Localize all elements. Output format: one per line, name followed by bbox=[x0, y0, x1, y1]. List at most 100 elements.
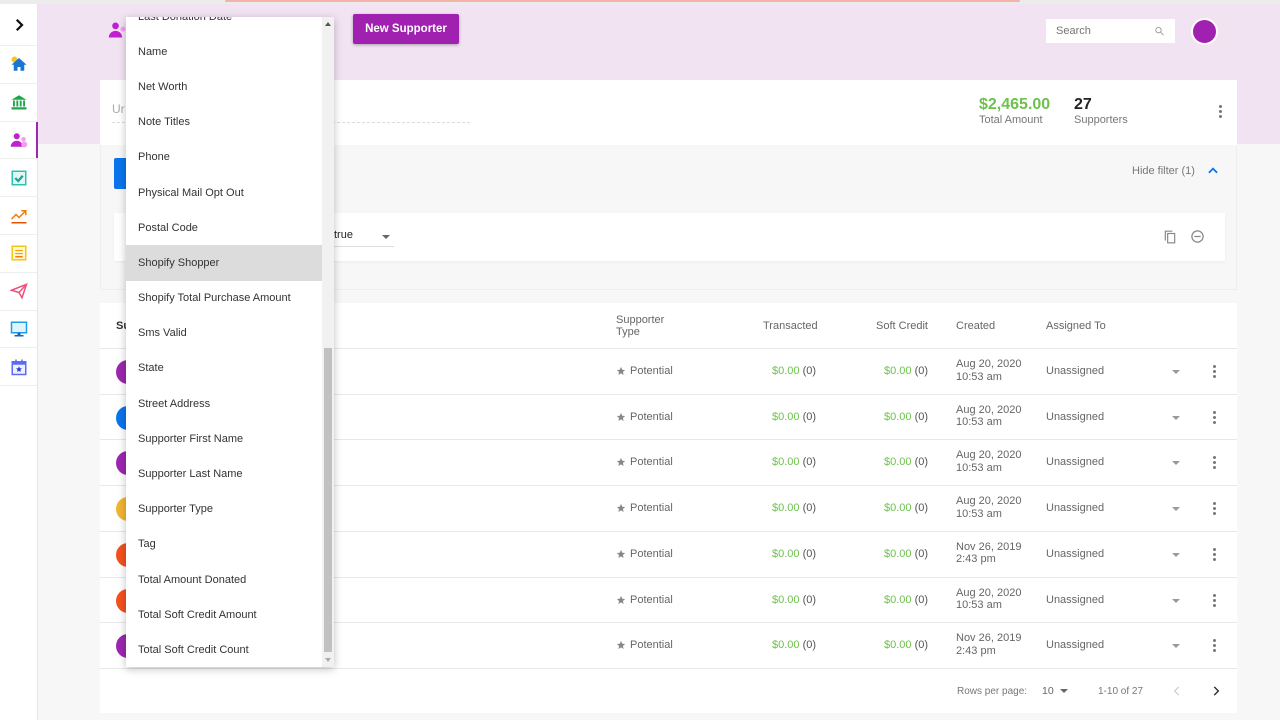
assigned-to-select[interactable]: Unassigned bbox=[1046, 502, 1104, 514]
dropdown-option[interactable]: Note Titles bbox=[126, 105, 322, 140]
hide-filter-toggle[interactable]: Hide filter (1) bbox=[1132, 165, 1195, 177]
assigned-to-select[interactable]: Unassigned bbox=[1046, 411, 1104, 423]
scrollbar-thumb[interactable] bbox=[324, 347, 332, 653]
column-header-supporter-type[interactable]: Supporter Type bbox=[616, 314, 664, 338]
dropdown-scrollbar[interactable] bbox=[322, 17, 334, 667]
rows-per-page-select[interactable]: 10 bbox=[1042, 685, 1068, 697]
assign-caret-down-icon[interactable] bbox=[1172, 507, 1180, 512]
soft-credit-cell: $0.00 (0) bbox=[884, 365, 928, 377]
dropdown-option[interactable]: Supporter Type bbox=[126, 492, 322, 527]
sidebar-item-tasks[interactable] bbox=[0, 159, 37, 198]
supporter-type: Potential bbox=[630, 365, 673, 377]
scroll-down-icon[interactable] bbox=[325, 658, 331, 662]
filter-value-select[interactable]: true bbox=[334, 225, 394, 247]
caret-down-icon bbox=[1059, 689, 1068, 693]
row-more-menu-icon[interactable] bbox=[1212, 365, 1216, 378]
dropdown-option[interactable]: Phone bbox=[126, 140, 322, 175]
sidebar-item-home[interactable] bbox=[0, 46, 37, 84]
assign-caret-down-icon[interactable] bbox=[1172, 552, 1180, 557]
assign-caret-down-icon[interactable] bbox=[1172, 598, 1180, 603]
search-icon[interactable] bbox=[1154, 25, 1165, 37]
sidebar-item-forms[interactable] bbox=[0, 235, 37, 273]
supporters-count-label: Supporters bbox=[1074, 114, 1128, 126]
next-page-icon[interactable] bbox=[1209, 683, 1223, 699]
column-header-type-line2: Type bbox=[616, 326, 640, 338]
supporter-type-cell: Potential bbox=[616, 456, 673, 468]
dropdown-option[interactable]: Supporter First Name bbox=[126, 421, 322, 456]
scroll-up-icon[interactable] bbox=[325, 22, 331, 26]
assign-caret-down-icon[interactable] bbox=[1172, 415, 1180, 420]
supporter-type: Potential bbox=[630, 502, 673, 515]
dropdown-option[interactable]: Name bbox=[126, 34, 322, 69]
dropdown-option[interactable]: Total Amount Donated bbox=[126, 562, 322, 597]
search-input[interactable] bbox=[1056, 25, 1155, 37]
created-date: Nov 26, 2019 bbox=[956, 540, 1022, 553]
summary-more-menu-icon[interactable] bbox=[1218, 105, 1222, 118]
dropdown-option[interactable]: Net Worth bbox=[126, 69, 322, 104]
chevron-up-icon[interactable] bbox=[1206, 164, 1220, 178]
row-more-menu-icon[interactable] bbox=[1212, 639, 1216, 653]
rows-per-page-value: 10 bbox=[1042, 685, 1054, 697]
sidebar-expand-toggle[interactable] bbox=[0, 4, 37, 46]
row-more-menu-icon[interactable] bbox=[1212, 410, 1216, 424]
column-header-assigned-to[interactable]: Assigned To bbox=[1046, 320, 1106, 332]
dropdown-option[interactable]: Physical Mail Opt Out bbox=[126, 175, 322, 210]
soft-credit-amount: $0.00 bbox=[884, 639, 912, 652]
soft-credit-count: (0) bbox=[914, 456, 929, 469]
assigned-to-select[interactable]: Unassigned bbox=[1046, 548, 1104, 560]
dropdown-option[interactable]: Sms Valid bbox=[126, 316, 322, 351]
dropdown-option[interactable]: Total Soft Credit Amount bbox=[126, 597, 322, 632]
column-header-transacted[interactable]: Transacted bbox=[763, 320, 818, 332]
sidebar-item-events[interactable] bbox=[0, 348, 37, 387]
soft-credit-amount: $0.00 bbox=[884, 502, 912, 515]
soft-credit-count: (0) bbox=[914, 547, 929, 560]
dropdown-option[interactable]: Tag bbox=[126, 527, 322, 562]
dropdown-option[interactable]: Street Address bbox=[126, 386, 322, 421]
dropdown-option[interactable]: Postal Code bbox=[126, 210, 322, 245]
assigned-to-select[interactable]: Unassigned bbox=[1046, 594, 1104, 606]
sidebar-item-campaigns[interactable] bbox=[0, 273, 37, 311]
sidebar-item-reports[interactable] bbox=[0, 197, 37, 235]
user-avatar[interactable] bbox=[1191, 18, 1218, 45]
assigned-to-select[interactable]: Unassigned bbox=[1046, 456, 1104, 468]
dropdown-option[interactable]: Supporter Last Name bbox=[126, 456, 322, 491]
caret-down-icon bbox=[382, 235, 390, 239]
transacted-cell: $0.00 (0) bbox=[772, 411, 816, 423]
rows-per-page-label: Rows per page: bbox=[957, 686, 1028, 697]
list-name-input[interactable]: Ur bbox=[112, 102, 125, 116]
soft-credit-cell: $0.00 (0) bbox=[884, 502, 928, 514]
filter-field-dropdown[interactable]: Last Donation DateNameNet WorthNote Titl… bbox=[126, 17, 334, 667]
dropdown-option[interactable]: Shopify Shopper bbox=[126, 245, 322, 281]
sidebar-item-bank[interactable] bbox=[0, 84, 37, 122]
sidebar-item-supporters[interactable] bbox=[0, 121, 38, 160]
remove-filter-icon[interactable] bbox=[1190, 229, 1205, 244]
copy-icon[interactable] bbox=[1163, 229, 1177, 245]
search-box[interactable] bbox=[1046, 19, 1175, 43]
assigned-to-select[interactable]: Unassigned bbox=[1046, 639, 1104, 651]
assign-caret-down-icon[interactable] bbox=[1172, 370, 1180, 374]
assign-caret-down-icon[interactable] bbox=[1172, 461, 1180, 466]
total-amount-stat: $2,465.00 Total Amount bbox=[979, 96, 1050, 126]
row-more-menu-icon[interactable] bbox=[1212, 502, 1216, 516]
new-supporter-button[interactable]: New Supporter bbox=[353, 14, 459, 44]
created-date: Nov 26, 2019 bbox=[956, 632, 1022, 645]
column-header-type-line1: Supporter bbox=[616, 314, 665, 326]
trending-icon bbox=[10, 209, 26, 224]
dropdown-option[interactable]: Last Donation Date bbox=[126, 17, 322, 34]
created-cell: Aug 20, 2020 10:53 am bbox=[956, 358, 1021, 383]
column-header-soft-credit[interactable]: Soft Credit bbox=[876, 320, 928, 332]
dropdown-option[interactable]: Shopify Total Purchase Amount bbox=[126, 281, 322, 316]
sidebar-item-website[interactable] bbox=[0, 311, 37, 349]
dropdown-option[interactable]: Total Soft Credit Count bbox=[126, 632, 322, 667]
star-icon bbox=[616, 549, 626, 558]
soft-credit-cell: $0.00 (0) bbox=[884, 548, 928, 560]
previous-page-icon[interactable] bbox=[1170, 683, 1184, 699]
column-header-created[interactable]: Created bbox=[956, 320, 995, 332]
row-more-menu-icon[interactable] bbox=[1212, 547, 1216, 561]
row-more-menu-icon[interactable] bbox=[1212, 456, 1216, 470]
assigned-to-select[interactable]: Unassigned bbox=[1046, 365, 1104, 377]
row-more-menu-icon[interactable] bbox=[1212, 593, 1216, 607]
supporter-type: Potential bbox=[630, 593, 673, 606]
dropdown-option[interactable]: State bbox=[126, 351, 322, 386]
assign-caret-down-icon[interactable] bbox=[1172, 644, 1180, 649]
